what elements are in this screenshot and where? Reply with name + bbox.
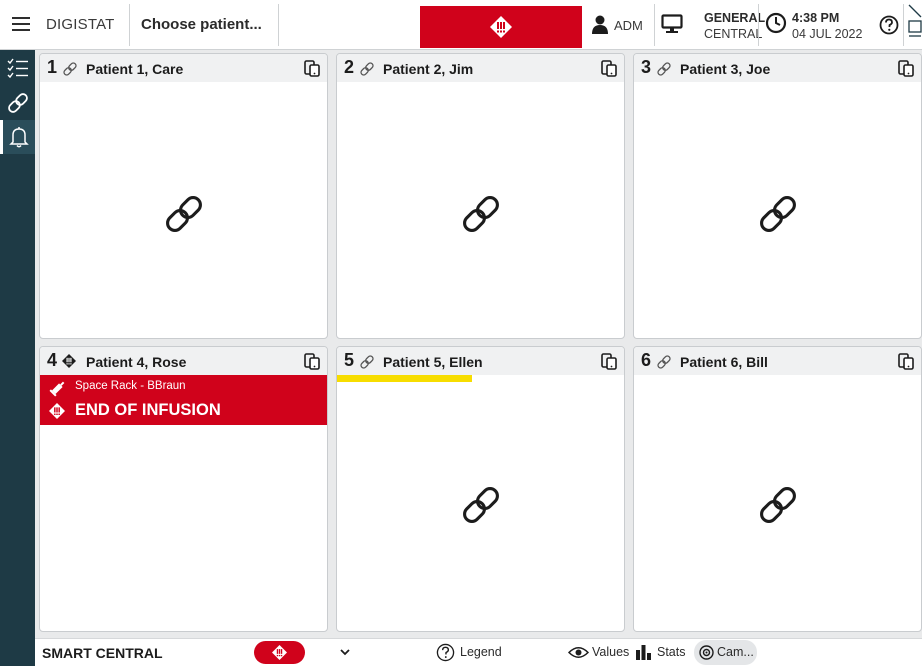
card-header: 1 Patient 1, Care [40, 54, 327, 82]
devices-icon[interactable] [601, 353, 618, 370]
bottom-bar: SMART CENTRAL Legend Values Stats Cam... [35, 638, 922, 666]
sidebar [0, 50, 35, 666]
top-bar: DIGISTAT Choose patient... ADM GENERAL C… [0, 0, 922, 50]
eye-icon [568, 647, 589, 658]
camera-label: Cam... [717, 645, 754, 659]
link-icon[interactable] [162, 192, 206, 236]
sidebar-item-checklist[interactable] [0, 52, 35, 86]
devices-icon[interactable] [304, 60, 321, 77]
clock-icon [765, 12, 787, 34]
link-icon[interactable] [756, 483, 800, 527]
patient-name[interactable]: Patient 6, Bill [680, 354, 768, 370]
help-icon [436, 643, 455, 662]
devices-icon[interactable] [898, 60, 915, 77]
legend-label: Legend [460, 645, 502, 659]
link-icon [657, 355, 671, 369]
alarm-device: Space Rack - BBraun [75, 380, 186, 392]
monitor-icon [661, 14, 683, 33]
chevron-down-icon[interactable] [339, 647, 351, 657]
card-header: 4 Patient 4, Rose [40, 347, 327, 375]
alarm-icon [490, 16, 512, 38]
divider [654, 4, 655, 46]
app-name: DIGISTAT [46, 16, 115, 33]
station-subtitle: CENTRAL [704, 27, 763, 41]
checklist-icon [7, 58, 28, 79]
link-icon [360, 355, 374, 369]
bar-chart-icon [636, 645, 651, 660]
card-header: 3 Patient 3, Joe [634, 54, 921, 82]
card-header: 2 Patient 2, Jim [337, 54, 624, 82]
patient-name[interactable]: Patient 2, Jim [383, 61, 473, 77]
patient-name[interactable]: Patient 5, Ellen [383, 354, 483, 370]
bed-number: 2 [344, 57, 355, 77]
card-header: 6 Patient 6, Bill [634, 347, 921, 375]
divider [903, 4, 904, 46]
link-icon[interactable] [459, 192, 503, 236]
help-icon[interactable] [879, 15, 899, 35]
link-icon [63, 62, 77, 76]
devices-icon[interactable] [304, 353, 321, 370]
card-header: 5 Patient 5, Ellen [337, 347, 624, 375]
patient-name[interactable]: Patient 4, Rose [86, 354, 186, 370]
module-title: SMART CENTRAL [42, 645, 163, 661]
bed-number: 3 [641, 57, 652, 77]
link-icon[interactable] [756, 192, 800, 236]
patient-card[interactable]: 1 Patient 1, Care [39, 53, 328, 339]
patient-card[interactable]: 5 Patient 5, Ellen [336, 346, 625, 632]
divider [278, 4, 279, 46]
alarm-icon [62, 354, 76, 368]
camera-button[interactable]: Cam... [694, 640, 757, 665]
camera-icon [699, 645, 714, 660]
alarm-message: END OF INFUSION [75, 401, 221, 419]
warning-progress-bar [337, 375, 472, 382]
alarm-filter-button[interactable] [254, 641, 305, 664]
clock-date: 04 JUL 2022 [792, 27, 863, 41]
link-icon [360, 62, 374, 76]
screen-layout-icon[interactable] [907, 4, 922, 46]
bed-number: 5 [344, 350, 355, 370]
link-icon [657, 62, 671, 76]
patient-card[interactable]: 3 Patient 3, Joe [633, 53, 922, 339]
bed-number: 4 [47, 350, 58, 370]
patient-selector[interactable]: Choose patient... [141, 16, 262, 33]
sidebar-item-connections[interactable] [0, 86, 35, 120]
values-label: Values [592, 645, 630, 659]
station-name: GENERAL [704, 11, 766, 25]
alarm-icon [49, 403, 65, 419]
alarm-banner[interactable]: Space Rack - BBraun END OF INFUSION [40, 375, 327, 425]
bed-number: 6 [641, 350, 652, 370]
alarm-icon [272, 645, 287, 660]
bell-icon [9, 127, 29, 148]
sidebar-item-alarms[interactable] [0, 120, 35, 154]
patient-card[interactable]: 2 Patient 2, Jim [336, 53, 625, 339]
patient-name[interactable]: Patient 3, Joe [680, 61, 770, 77]
link-icon [8, 93, 28, 113]
divider [129, 4, 130, 46]
link-icon[interactable] [459, 483, 503, 527]
menu-icon[interactable] [10, 16, 32, 32]
global-alarm-button[interactable] [420, 6, 582, 48]
clock-time: 4:38 PM [792, 11, 840, 25]
bed-number: 1 [47, 57, 58, 77]
stats-label: Stats [657, 645, 686, 659]
user-icon [592, 15, 608, 34]
devices-icon[interactable] [898, 353, 915, 370]
patient-card[interactable]: 6 Patient 6, Bill [633, 346, 922, 632]
patient-name[interactable]: Patient 1, Care [86, 61, 183, 77]
patient-card[interactable]: 4 Patient 4, Rose Space Rack - BBraun EN… [39, 346, 328, 632]
divider [758, 4, 759, 46]
devices-icon[interactable] [601, 60, 618, 77]
syringe-icon [49, 381, 65, 397]
user-name[interactable]: ADM [614, 18, 643, 33]
